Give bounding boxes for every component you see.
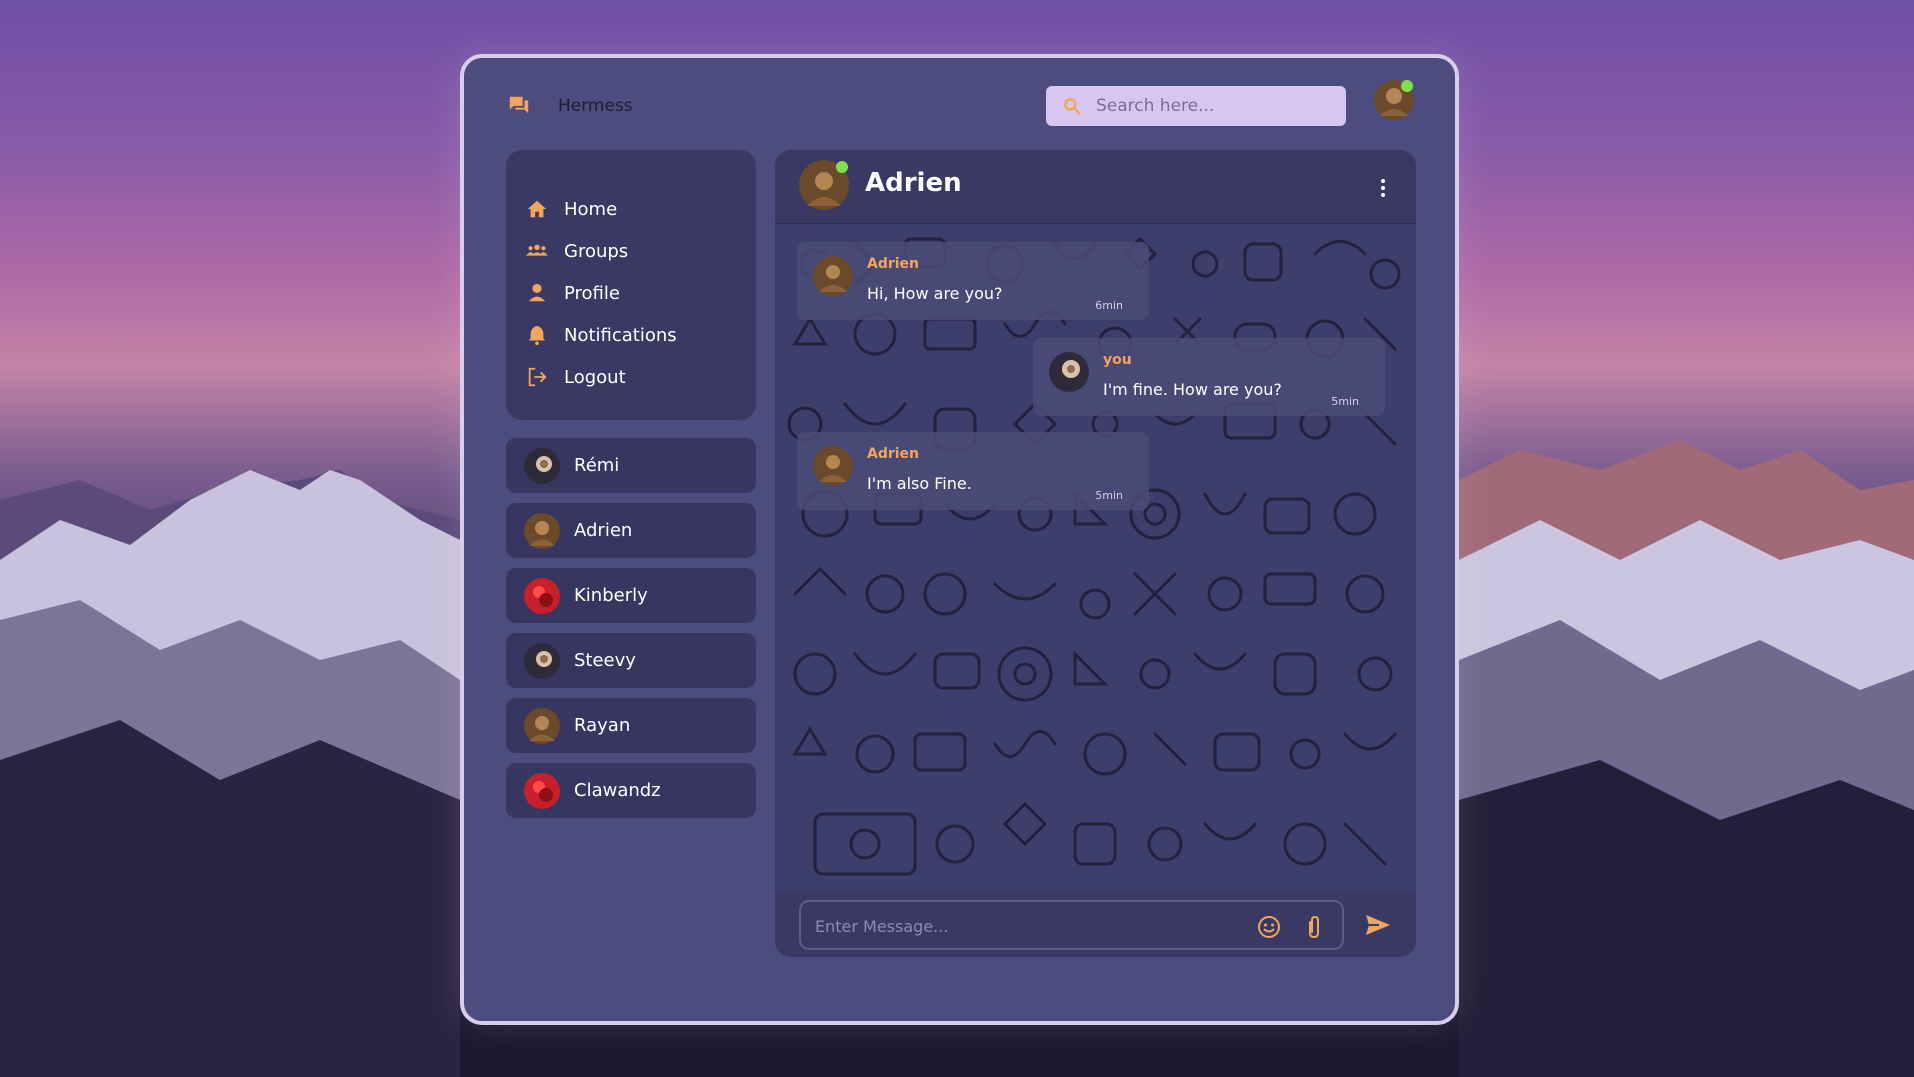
logout-icon (528, 367, 547, 387)
nav-label: Groups (564, 240, 629, 262)
nav-item-home[interactable]: Home (506, 188, 756, 230)
message-text: Hi, How are you? (867, 284, 1003, 303)
nav-label: Home (564, 198, 618, 220)
contact-name: Rémi (574, 455, 620, 476)
message-area[interactable]: Adrien Hi, How are you? 6min you I'm fin… (775, 224, 1416, 892)
search-bar[interactable] (1046, 86, 1346, 126)
avatar (813, 256, 853, 296)
nav-item-logout[interactable]: Logout (506, 356, 756, 398)
chat-panel: Adrien Adrien Hi, How are you? 6min you … (775, 150, 1416, 957)
contact-name: Steevy (574, 650, 636, 671)
contact-name: Adrien (574, 520, 633, 541)
emoji-icon[interactable] (1257, 915, 1281, 939)
nav-label: Logout (564, 366, 626, 388)
avatar (524, 577, 560, 614)
contact-item[interactable]: Steevy (506, 633, 756, 688)
chat-bubbles-icon (509, 96, 529, 114)
sidebar-nav: Home Groups Profile Notifications Logout (506, 150, 756, 420)
nav-label: Profile (564, 282, 620, 304)
search-input[interactable] (1096, 96, 1326, 116)
contact-name: Kinberly (574, 585, 648, 606)
nav-item-groups[interactable]: Groups (506, 230, 756, 272)
user-avatar[interactable] (1374, 80, 1414, 120)
message-text: I'm also Fine. (867, 474, 972, 493)
app-title: Hermess (558, 96, 633, 116)
nav-item-notifications[interactable]: Notifications (506, 314, 756, 356)
nav-label: Notifications (564, 324, 677, 346)
contact-name: Clawandz (574, 780, 661, 801)
message-input-box (799, 900, 1344, 950)
chat-contact-name: Adrien (865, 168, 962, 198)
nav-item-profile[interactable]: Profile (506, 272, 756, 314)
contact-list: Rémi Adrien Kinberly Steevy Rayan Clawan… (506, 438, 756, 828)
profile-icon (528, 283, 546, 302)
message-time: 5min (1331, 395, 1359, 408)
avatar (524, 512, 560, 549)
app-window: Hermess Home Groups Profile (460, 54, 1459, 1025)
search-icon (1064, 98, 1081, 115)
message-author: you (1103, 352, 1132, 368)
contact-name: Rayan (574, 715, 631, 736)
contact-item[interactable]: Rayan (506, 698, 756, 753)
avatar (524, 447, 560, 484)
contact-item[interactable]: Adrien (506, 503, 756, 558)
message-composer (775, 892, 1416, 957)
avatar (813, 446, 853, 486)
message-author: Adrien (867, 256, 920, 272)
bell-icon (528, 325, 546, 346)
message-bubble: Adrien I'm also Fine. 5min (797, 432, 1149, 510)
home-icon (527, 200, 547, 218)
message-author: Adrien (867, 446, 920, 462)
groups-icon (526, 244, 548, 256)
message-bubble: Adrien Hi, How are you? 6min (797, 242, 1149, 320)
contact-item[interactable]: Clawandz (506, 763, 756, 818)
avatar (524, 707, 560, 744)
more-vertical-icon[interactable] (1380, 178, 1386, 198)
message-text: I'm fine. How are you? (1103, 380, 1282, 399)
contact-item[interactable]: Rémi (506, 438, 756, 493)
avatar (799, 160, 849, 210)
message-input[interactable] (815, 914, 1235, 938)
chat-header: Adrien (775, 150, 1416, 224)
avatar (1049, 352, 1089, 392)
contact-item[interactable]: Kinberly (506, 568, 756, 623)
avatar (524, 772, 560, 809)
message-bubble: you I'm fine. How are you? 5min (1033, 338, 1385, 416)
message-time: 5min (1095, 489, 1123, 502)
message-time: 6min (1095, 299, 1123, 312)
paperclip-icon[interactable] (1303, 914, 1325, 940)
send-icon[interactable] (1365, 914, 1391, 936)
avatar (524, 642, 560, 679)
doodle-wallpaper (787, 236, 1401, 876)
